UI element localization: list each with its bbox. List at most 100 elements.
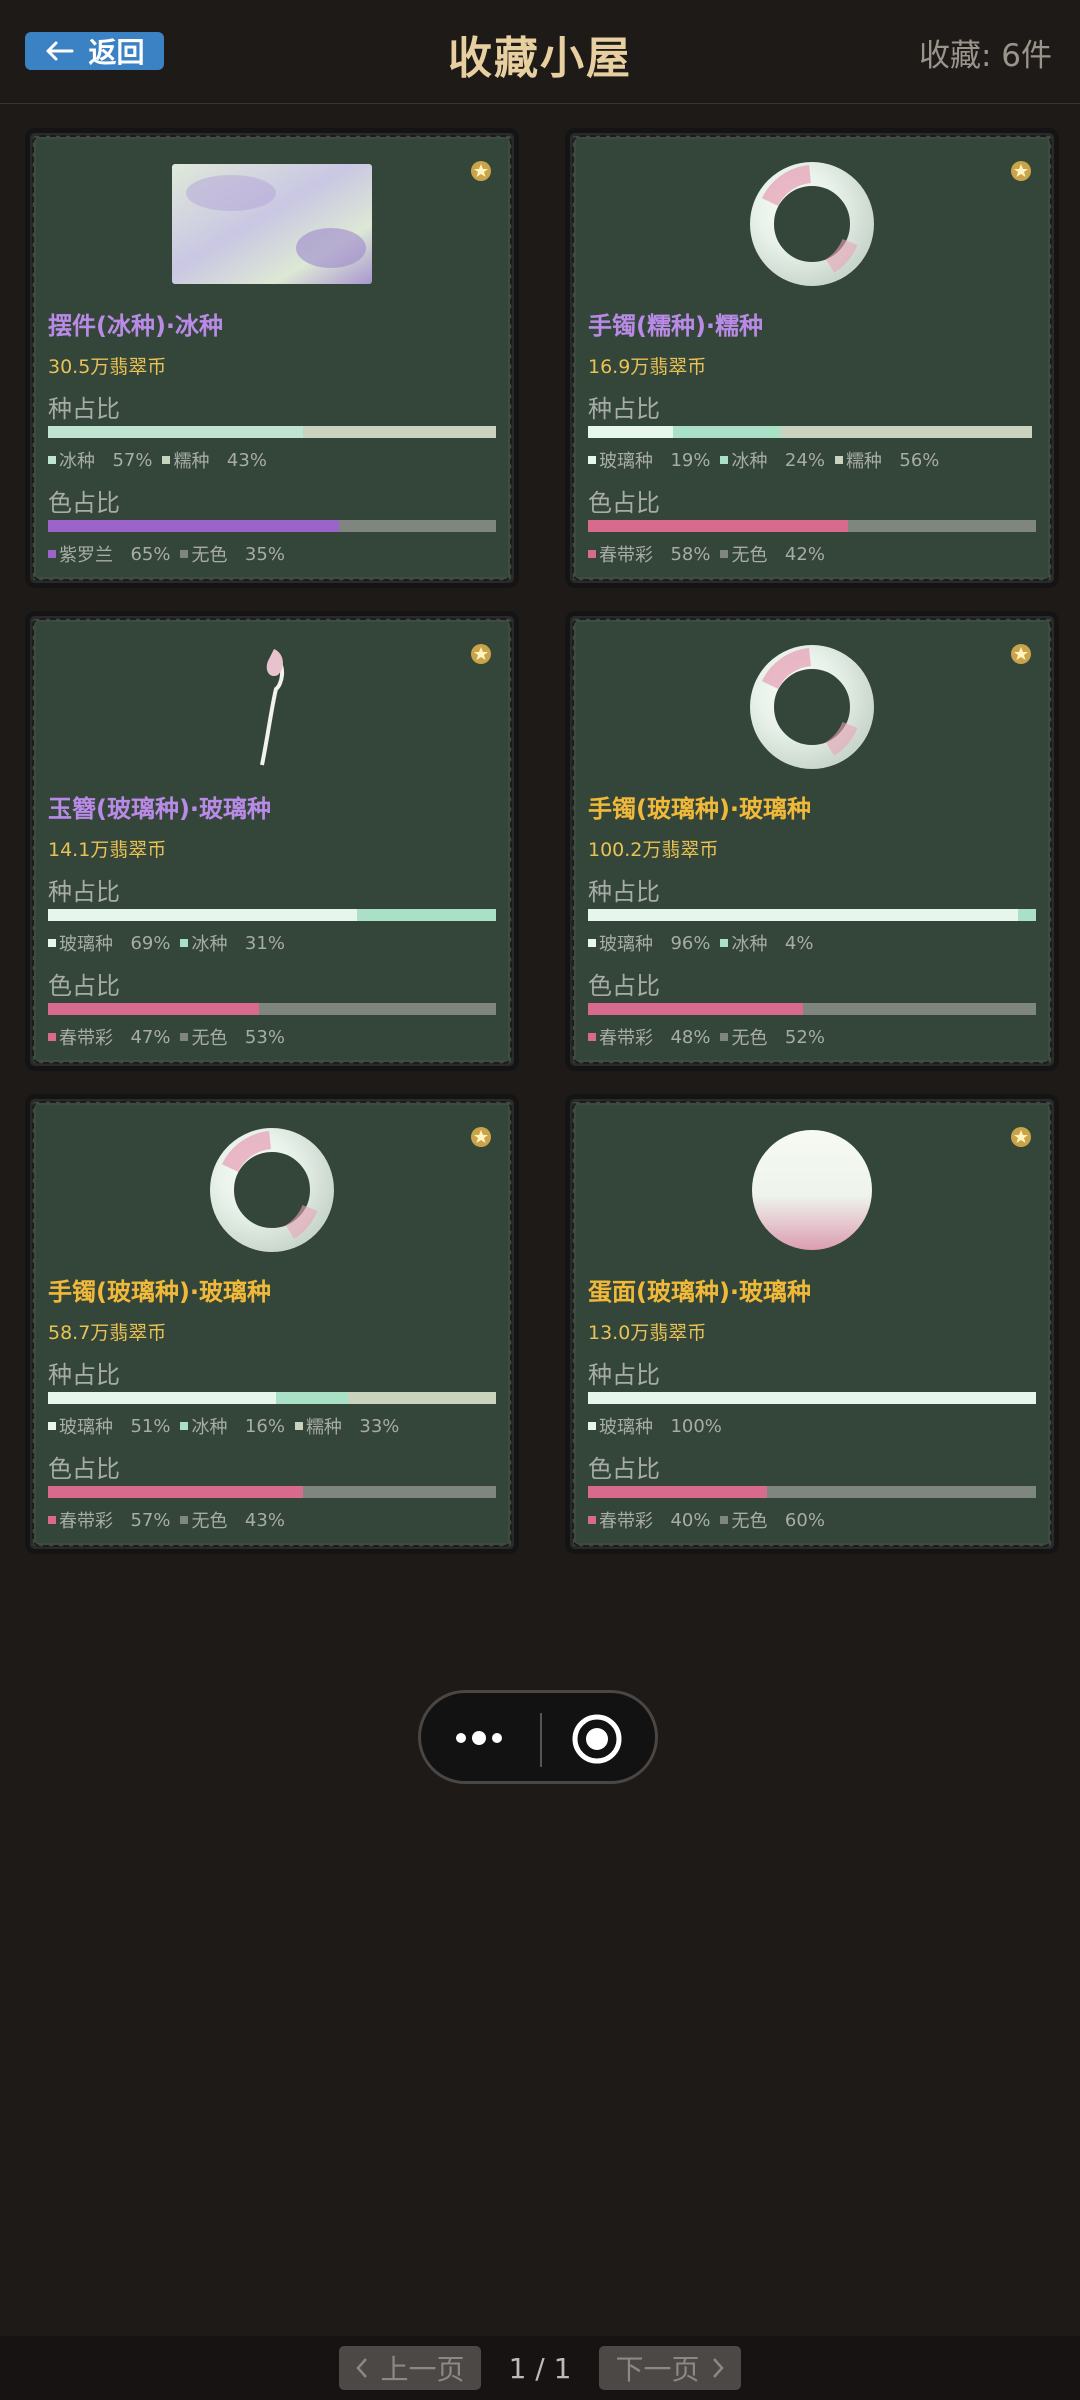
legend-dot: [48, 550, 56, 558]
legend-value: 33%: [359, 1415, 400, 1437]
legend-label: 玻璃种: [599, 1417, 653, 1438]
legend-label: 春带彩: [599, 1511, 653, 1532]
legend-item: 玻璃种 100%: [588, 1413, 722, 1439]
legend-dot: [720, 939, 729, 947]
legend-label: 春带彩: [59, 1511, 113, 1532]
collection-card[interactable]: 玉簪(玻璃种)·玻璃种 14.1万翡翠币 种占比 玻璃种 69% 冰种 31% 色占比 春带…: [25, 611, 519, 1071]
species-legend: 玻璃种 19% 冰种 24% 糯种 56%: [588, 447, 939, 473]
species-bar-segment: [588, 909, 1019, 921]
legend-dot: [588, 1033, 596, 1041]
color-bar-segment: [339, 520, 496, 532]
legend-value: 42%: [784, 543, 825, 565]
legend-dot: [162, 456, 171, 464]
collection-card[interactable]: 蛋面(玻璃种)·玻璃种 13.0万翡翠币 种占比 玻璃种 100% 色占比 春带彩 40%…: [565, 1094, 1059, 1554]
legend-label: 糯种: [845, 451, 882, 472]
prev-page-label: 上一页: [380, 2353, 465, 2386]
legend-value: 56%: [899, 449, 940, 471]
legend-item: 冰种 31%: [180, 930, 285, 956]
species-bar-segment: [780, 426, 1032, 438]
color-bar: [48, 1486, 496, 1498]
item-name: 摆件(冰种)·冰种: [48, 312, 224, 340]
legend-value: 24%: [784, 449, 825, 471]
legend-value: 96%: [670, 932, 711, 954]
legend-value: 53%: [244, 1026, 285, 1048]
species-label: 种占比: [588, 395, 660, 423]
legend-item: 糯种 43%: [162, 447, 267, 473]
legend-dot: [588, 456, 596, 464]
color-legend: 春带彩 47% 无色 53%: [48, 1024, 285, 1050]
close-target-icon[interactable]: [571, 1713, 623, 1765]
legend-item: 无色 42%: [720, 541, 825, 567]
legend-item: 紫罗兰 65%: [48, 541, 170, 567]
species-bar-segment: [588, 1392, 1036, 1404]
legend-dot: [588, 939, 596, 947]
legend-item: 无色 43%: [180, 1507, 285, 1533]
species-label: 种占比: [48, 395, 120, 423]
collection-card[interactable]: 摆件(冰种)·冰种 30.5万翡翠币 种占比 冰种 57% 糯种 43% 色占比 紫罗兰 6…: [25, 128, 519, 588]
color-legend: 春带彩 57% 无色 43%: [48, 1507, 285, 1533]
legend-dot: [720, 1516, 729, 1524]
legend-label: 玻璃种: [59, 1417, 113, 1438]
color-bar-segment: [767, 1486, 1036, 1498]
item-image: [570, 1129, 1054, 1251]
color-bar-segment: [303, 1486, 496, 1498]
legend-item: 冰种 16%: [180, 1413, 285, 1439]
legend-value: 47%: [130, 1026, 171, 1048]
legend-dot: [180, 939, 189, 947]
color-bar: [588, 1486, 1036, 1498]
collection-card[interactable]: 手镯(糯种)·糯种 16.9万翡翠币 种占比 玻璃种 19% 冰种 24% 糯种 56% 色…: [565, 128, 1059, 588]
color-legend: 春带彩 40% 无色 60%: [588, 1507, 825, 1533]
item-image: [30, 163, 514, 285]
legend-dot: [720, 456, 729, 464]
cabochon-image: [752, 1130, 872, 1250]
species-legend: 玻璃种 69% 冰种 31%: [48, 930, 285, 956]
legend-label: 冰种: [191, 934, 228, 955]
species-bar: [48, 426, 496, 438]
legend-value: 65%: [130, 543, 171, 565]
legend-value: 69%: [130, 932, 171, 954]
color-label: 色占比: [588, 1455, 660, 1483]
legend-value: 58%: [670, 543, 711, 565]
species-bar-segment: [348, 1392, 496, 1404]
species-bar-segment: [588, 426, 674, 438]
collection-card[interactable]: 手镯(玻璃种)·玻璃种 58.7万翡翠币 种占比 玻璃种 51% 冰种 16% 糯种 33…: [25, 1094, 519, 1554]
species-label: 种占比: [48, 1361, 120, 1389]
legend-item: 无色 35%: [180, 541, 285, 567]
capsule-divider: [540, 1713, 542, 1767]
legend-item: 无色 53%: [180, 1024, 285, 1050]
chevron-right-icon: [713, 2358, 725, 2378]
legend-item: 玻璃种 96%: [588, 930, 710, 956]
pagination-bar: 上一页 1 / 1 下一页: [0, 2336, 1080, 2400]
collection-card[interactable]: 手镯(玻璃种)·玻璃种 100.2万翡翠币 种占比 玻璃种 96% 冰种 4% 色占比 春带…: [565, 611, 1059, 1071]
legend-item: 无色 52%: [720, 1024, 825, 1050]
species-bar: [588, 1392, 1036, 1404]
prev-page-button[interactable]: 上一页: [338, 2346, 481, 2390]
item-price: 13.0万翡翠币: [588, 1322, 707, 1344]
color-label: 色占比: [48, 1455, 120, 1483]
item-image: [570, 162, 1054, 286]
legend-value: 60%: [784, 1509, 825, 1531]
species-bar-segment: [1018, 909, 1036, 921]
item-price: 16.9万翡翠币: [588, 356, 707, 378]
species-bar-segment: [48, 1392, 277, 1404]
legend-dot: [588, 1516, 596, 1524]
item-price: 100.2万翡翠币: [588, 839, 719, 861]
item-name: 手镯(糯种)·糯种: [588, 312, 764, 340]
hairpin-image: [260, 649, 284, 766]
species-legend: 冰种 57% 糯种 43%: [48, 447, 267, 473]
legend-dot: [48, 1033, 56, 1041]
species-label: 种占比: [588, 878, 660, 906]
species-bar: [48, 909, 496, 921]
species-bar-segment: [48, 909, 358, 921]
legend-label: 糯种: [305, 1417, 342, 1438]
legend-dot: [720, 550, 729, 558]
legend-label: 玻璃种: [599, 451, 653, 472]
species-bar: [48, 1392, 496, 1404]
next-page-button[interactable]: 下一页: [599, 2346, 742, 2390]
more-icon[interactable]: [451, 1720, 511, 1756]
item-price: 58.7万翡翠币: [48, 1322, 167, 1344]
legend-label: 无色: [731, 1028, 768, 1049]
legend-dot: [48, 456, 56, 464]
legend-dot: [834, 456, 843, 464]
legend-dot: [180, 550, 189, 558]
